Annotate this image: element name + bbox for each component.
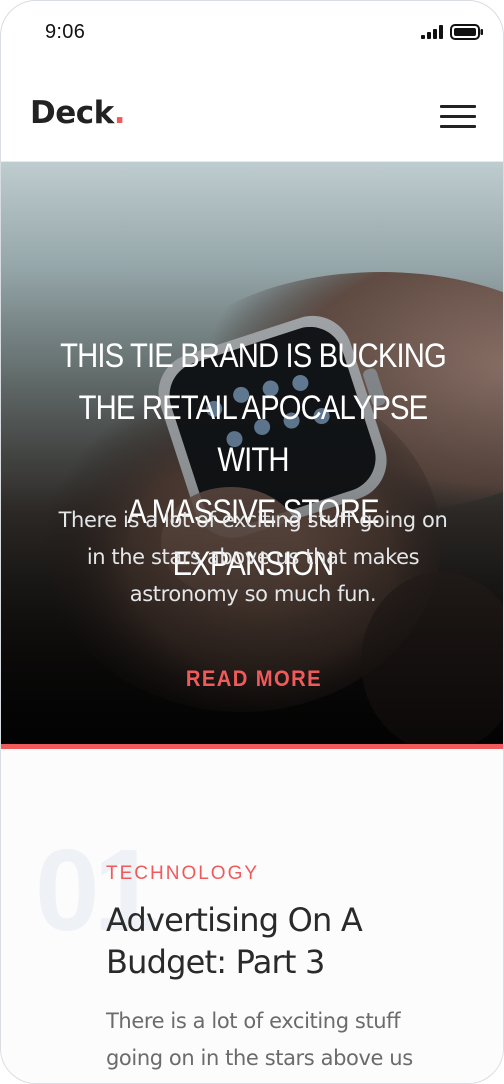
hero-text: There is a lot of exciting stuff going o… bbox=[58, 508, 448, 606]
signal-bars-icon bbox=[421, 25, 443, 39]
logo-dot: . bbox=[113, 95, 126, 131]
menu-line-middle bbox=[440, 115, 476, 118]
read-more-link[interactable]: READ MORE bbox=[160, 666, 348, 692]
battery-icon bbox=[450, 24, 483, 40]
status-time: 9:06 bbox=[45, 21, 86, 43]
menu-line-top bbox=[440, 105, 476, 108]
status-bar: 9:06 bbox=[1, 1, 503, 65]
article-excerpt: There is a lot of exciting stuff going o… bbox=[106, 1009, 413, 1070]
hero-section: This tie brand is bucking the retail apo… bbox=[1, 162, 503, 744]
phone-frame: 9:06 Deck. THIS TIE BRAND IS BUCKING THE… bbox=[0, 0, 504, 1084]
site-header: Deck. bbox=[1, 65, 503, 162]
menu-line-bottom bbox=[440, 125, 476, 128]
article-card: 01 TECHNOLOGY Advertising On A Budget: P… bbox=[1, 749, 503, 1083]
article-title[interactable]: Advertising On A Budget: Part 3 bbox=[106, 899, 466, 983]
hamburger-menu-icon[interactable] bbox=[440, 105, 476, 128]
logo[interactable]: Deck. bbox=[30, 95, 126, 131]
logo-text: Deck bbox=[30, 95, 114, 131]
article-category[interactable]: TECHNOLOGY bbox=[106, 863, 259, 885]
